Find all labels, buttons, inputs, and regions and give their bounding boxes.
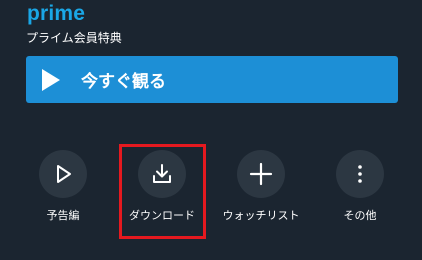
plus-icon bbox=[249, 162, 273, 186]
play-icon bbox=[42, 68, 60, 91]
prime-benefit-label: プライム会員特典 bbox=[26, 31, 122, 45]
more-icon-circle bbox=[336, 150, 384, 198]
more-button[interactable]: その他 bbox=[315, 145, 405, 223]
watch-now-button[interactable]: 今すぐ観る bbox=[26, 56, 398, 103]
trailer-label: 予告編 bbox=[46, 209, 80, 222]
prime-logo: prime bbox=[27, 2, 86, 25]
watchlist-icon-circle bbox=[237, 150, 285, 198]
download-highlight-box bbox=[119, 144, 206, 239]
watch-now-label: 今すぐ観る bbox=[81, 72, 166, 92]
more-vertical-icon bbox=[358, 165, 362, 183]
play-outline-icon bbox=[57, 165, 71, 183]
trailer-icon-circle bbox=[39, 150, 87, 198]
trailer-button[interactable]: 予告編 bbox=[18, 145, 108, 223]
watchlist-label: ウォッチリスト bbox=[222, 209, 300, 222]
prime-video-detail-actions: prime プライム会員特典 今すぐ観る 予告編 ダウンロード ウォッチリスト … bbox=[0, 0, 422, 260]
more-label: その他 bbox=[343, 209, 377, 222]
watchlist-button[interactable]: ウォッチリスト bbox=[216, 145, 306, 223]
action-row: 予告編 ダウンロード ウォッチリスト その他 bbox=[0, 145, 422, 260]
